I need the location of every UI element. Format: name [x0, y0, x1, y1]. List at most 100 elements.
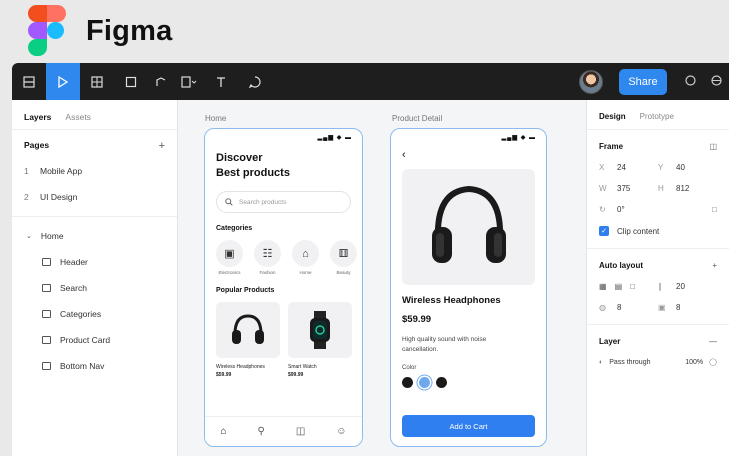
- shirt-icon: ☷: [254, 240, 281, 267]
- opacity-field[interactable]: 100%: [685, 359, 703, 366]
- color-swatch-black[interactable]: [402, 377, 413, 388]
- status-bar-icons: ▂▄▆ ◆ ▬: [317, 134, 352, 141]
- bottle-icon: ⚅: [330, 240, 357, 267]
- layer-item-bottom-nav[interactable]: Bottom Nav: [12, 353, 177, 379]
- x-field[interactable]: X 24: [599, 163, 658, 172]
- layer-item-product-card[interactable]: Product Card: [12, 327, 177, 353]
- search-input[interactable]: Search products: [216, 191, 351, 213]
- search-nav-icon[interactable]: ⚲: [258, 426, 265, 437]
- tab-prototype[interactable]: Prototype: [640, 112, 674, 129]
- page-item[interactable]: 2 UI Design: [12, 186, 177, 208]
- padding-box-icon: ▣: [658, 303, 666, 312]
- layer-home[interactable]: ⌄ Home: [12, 223, 177, 249]
- padding-field-2[interactable]: ▣ 8: [658, 303, 717, 312]
- category-fashion[interactable]: ☷ Fashion: [254, 240, 281, 275]
- product-detail-frame[interactable]: ▂▄▆ ◆ ▬ ‹ Wireless Headphones $59.99 Hig…: [390, 128, 547, 447]
- color-swatch-dark[interactable]: [436, 377, 447, 388]
- component-tool-icon[interactable]: [174, 63, 204, 100]
- frame-icon: [42, 336, 51, 344]
- layer-heading: Layer: [599, 337, 621, 346]
- clip-content-checkbox[interactable]: ✓: [599, 226, 609, 236]
- category-beauty[interactable]: ⚅ Beauty: [330, 240, 357, 275]
- product-name: Smart Watch: [288, 364, 317, 370]
- width-field[interactable]: W 375: [599, 184, 658, 193]
- move-tool-icon[interactable]: [46, 63, 80, 100]
- height-field[interactable]: H 812: [658, 184, 717, 193]
- monitor-icon: ▣: [216, 240, 243, 267]
- profile-nav-icon[interactable]: ☺: [336, 426, 346, 437]
- home-title-line2: Best products: [216, 167, 290, 179]
- product-price: $59.99: [402, 314, 432, 325]
- layer-section: Layer — ◐ Pass through 100% ◯: [587, 325, 729, 388]
- clip-content-label: Clip content: [617, 226, 660, 236]
- gap-icon: ∥: [658, 282, 662, 291]
- blend-mode-icon: ◐: [599, 358, 604, 366]
- frame-label-detail[interactable]: Product Detail: [392, 114, 442, 123]
- collapse-icon[interactable]: —: [709, 337, 717, 346]
- gap-field[interactable]: ∥ 20: [658, 282, 717, 291]
- home-frame[interactable]: ▂▄▆ ◆ ▬ Discover Best products Search pr…: [204, 128, 363, 447]
- design-panel: Design Prototype Frame ◫ X 24 Y 40 W 375 H8…: [586, 100, 729, 456]
- toolbar: Share: [12, 63, 729, 100]
- chevron-down-icon[interactable]: ⌄: [26, 232, 32, 240]
- alignment-icons[interactable]: ▦ ▤ □: [599, 282, 658, 291]
- frame-section: Frame ◫ X 24 Y 40 W 375 H 812 ↻ 0° □ ✓ Clip c…: [587, 130, 729, 249]
- layer-item-search[interactable]: Search: [12, 275, 177, 301]
- padding-field[interactable]: ◍ 8: [599, 303, 658, 312]
- figma-brand: Figma: [28, 4, 172, 58]
- home-nav-icon[interactable]: ⌂: [220, 426, 226, 437]
- share-button[interactable]: Share: [619, 68, 667, 95]
- layers-panel: Layers Assets Pages + 1 Mobile App 2 UI …: [12, 100, 178, 456]
- product-description: High quality sound with noise cancellati…: [402, 336, 487, 353]
- padding-icon: ◍: [599, 303, 606, 312]
- product-title: Wireless Headphones: [402, 295, 501, 306]
- category-electronics[interactable]: ▣ Electronics: [216, 240, 243, 275]
- y-field[interactable]: Y 40: [658, 163, 717, 172]
- tab-layers[interactable]: Layers: [24, 112, 51, 129]
- product-card[interactable]: Smart Watch $99.99: [288, 302, 352, 378]
- figma-window: Share Layers Assets Pages + 1 Mobile App…: [12, 63, 729, 456]
- cart-nav-icon[interactable]: ◫: [296, 426, 305, 437]
- blend-mode-select[interactable]: Pass through: [609, 359, 685, 366]
- color-swatch-blue[interactable]: [419, 377, 430, 388]
- visibility-icon[interactable]: ◯: [709, 358, 717, 366]
- shape-tool-icon[interactable]: [114, 63, 148, 100]
- frame-icon: [42, 310, 51, 318]
- settings-icon[interactable]: [703, 74, 729, 89]
- add-to-cart-button[interactable]: Add to Cart: [402, 415, 535, 437]
- grid-tool-icon[interactable]: [80, 63, 114, 100]
- frame-label-home[interactable]: Home: [205, 114, 226, 123]
- frame-heading: Frame: [599, 142, 624, 151]
- frame-options-icon[interactable]: ◫: [709, 142, 717, 151]
- text-tool-icon[interactable]: [204, 63, 238, 100]
- bottom-nav: ⌂ ⚲ ◫ ☺: [205, 416, 362, 446]
- pages-heading: Pages: [24, 140, 50, 150]
- add-auto-layout-icon[interactable]: +: [712, 261, 717, 270]
- align-right-icon: □: [630, 282, 635, 291]
- product-card[interactable]: Wireless Headphones $59.99: [216, 302, 280, 378]
- corner-radius-icon[interactable]: □: [712, 205, 717, 214]
- smartwatch-icon: [288, 302, 352, 358]
- pen-tool-icon[interactable]: [148, 63, 174, 100]
- auto-layout-section: Auto layout + ▦ ▤ □ ∥ 20 ◍ 8 ▣ 8: [587, 249, 729, 325]
- canvas[interactable]: Home Product Detail ▂▄▆ ◆ ▬ Discover Bes…: [178, 100, 586, 456]
- align-left-icon: ▦: [599, 282, 607, 291]
- page-label: Mobile App: [40, 166, 83, 176]
- frame-tool-icon[interactable]: [12, 63, 46, 100]
- rotation-field[interactable]: ↻ 0°: [599, 205, 659, 214]
- comment-tool-icon[interactable]: [238, 63, 272, 100]
- home-title-line1: Discover: [216, 152, 263, 164]
- category-home[interactable]: ⌂ Home: [292, 240, 319, 275]
- headphones-hero-image: [402, 169, 535, 285]
- frame-icon: [42, 258, 51, 266]
- play-prototype-icon[interactable]: [677, 74, 703, 89]
- page-item[interactable]: 1 Mobile App: [12, 160, 177, 182]
- layer-item-header[interactable]: Header: [12, 249, 177, 275]
- tab-assets[interactable]: Assets: [65, 112, 91, 129]
- add-page-icon[interactable]: +: [159, 140, 165, 152]
- tab-design[interactable]: Design: [599, 112, 626, 129]
- back-icon[interactable]: ‹: [391, 145, 546, 167]
- layer-item-categories[interactable]: Categories: [12, 301, 177, 327]
- figma-logo-icon: [28, 5, 66, 57]
- user-avatar[interactable]: [579, 69, 603, 94]
